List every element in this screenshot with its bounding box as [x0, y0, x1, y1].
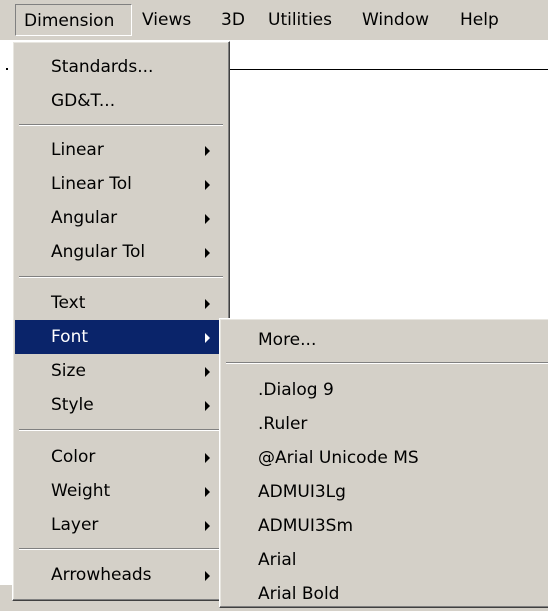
menu-item-label: Linear Tol [51, 174, 132, 194]
font-item-arial[interactable]: Arial [222, 543, 548, 577]
menu-item-label: Font [51, 327, 89, 347]
font-item-arial-bold[interactable]: Arial Bold [222, 577, 548, 611]
menu-views[interactable]: Views [142, 4, 191, 36]
menu-item-label: Text [51, 293, 86, 313]
menu-separator [226, 362, 548, 364]
menubar: Dimension Views 3D Utilities Window Help [0, 0, 548, 40]
submenu-arrow-icon [205, 299, 210, 309]
submenu-arrow-icon [205, 487, 210, 497]
menu-item-font[interactable]: Font [15, 320, 227, 354]
submenu-arrow-icon [205, 367, 210, 377]
menu-item-label: .Ruler [258, 414, 308, 434]
menu-item-label: Color [51, 447, 96, 467]
submenu-arrow-icon [205, 214, 210, 224]
menu-item-label: GD&T... [51, 91, 116, 111]
menu-utilities[interactable]: Utilities [268, 4, 332, 36]
menu-item-angular-tol[interactable]: Angular Tol [15, 235, 227, 269]
menu-help[interactable]: Help [460, 4, 499, 36]
canvas-border-line [222, 69, 548, 70]
menu-item-more-fonts[interactable]: More... [222, 323, 548, 357]
menu-item-linear-tol[interactable]: Linear Tol [15, 167, 227, 201]
menu-item-label: Angular [51, 208, 118, 228]
menu-item-label: Weight [51, 481, 111, 501]
menu-item-label: Style [51, 395, 94, 415]
dimension-dropdown-menu: Standards... GD&T... Linear Linear Tol A… [12, 41, 230, 601]
submenu-arrow-icon [205, 453, 210, 463]
submenu-arrow-icon [205, 333, 210, 343]
menu-separator [19, 276, 223, 278]
font-item-admui3sm[interactable]: ADMUI3Sm [222, 509, 548, 543]
menu-item-style[interactable]: Style [15, 388, 227, 422]
menu-item-label: ADMUI3Lg [258, 482, 346, 502]
font-item-admui3lg[interactable]: ADMUI3Lg [222, 475, 548, 509]
canvas-mark [6, 68, 8, 70]
menu-item-angular[interactable]: Angular [15, 201, 227, 235]
menu-item-gdt[interactable]: GD&T... [15, 84, 227, 118]
font-item-dialog-9[interactable]: .Dialog 9 [222, 373, 548, 407]
submenu-arrow-icon [205, 180, 210, 190]
font-item-ruler[interactable]: .Ruler [222, 407, 548, 441]
menu-item-label: Arial [258, 550, 297, 570]
menu-item-linear[interactable]: Linear [15, 133, 227, 167]
menu-item-color[interactable]: Color [15, 440, 227, 474]
submenu-arrow-icon [205, 248, 210, 258]
menu-item-layer[interactable]: Layer [15, 508, 227, 542]
menu-item-label: Linear [51, 140, 104, 160]
menu-separator [19, 429, 223, 431]
menu-item-weight[interactable]: Weight [15, 474, 227, 508]
submenu-arrow-icon [205, 401, 210, 411]
menu-item-label: More... [258, 330, 317, 350]
submenu-arrow-icon [205, 571, 210, 581]
menu-item-label: Arial Bold [258, 584, 340, 604]
menu-item-label: Size [51, 361, 86, 381]
submenu-arrow-icon [205, 146, 210, 156]
menu-separator [19, 548, 223, 550]
menu-3d[interactable]: 3D [221, 4, 245, 36]
menu-item-size[interactable]: Size [15, 354, 227, 388]
menu-item-label: Angular Tol [51, 242, 146, 262]
menu-separator [19, 124, 223, 126]
menu-dimension[interactable]: Dimension [15, 4, 132, 36]
menu-item-label: .Dialog 9 [258, 380, 334, 400]
menu-item-standards[interactable]: Standards... [15, 50, 227, 84]
menu-item-label: @Arial Unicode MS [258, 448, 419, 468]
menu-item-label: Layer [51, 515, 99, 535]
menu-item-label: Standards... [51, 57, 154, 77]
menu-window[interactable]: Window [362, 4, 429, 36]
font-item-arial-unicode-ms[interactable]: @Arial Unicode MS [222, 441, 548, 475]
submenu-arrow-icon [205, 521, 210, 531]
menu-item-text[interactable]: Text [15, 286, 227, 320]
menu-item-label: ADMUI3Sm [258, 516, 354, 536]
menu-item-arrowheads[interactable]: Arrowheads [15, 558, 227, 592]
menu-item-label: Arrowheads [51, 565, 152, 585]
font-submenu: More... .Dialog 9 .Ruler @Arial Unicode … [219, 318, 548, 608]
